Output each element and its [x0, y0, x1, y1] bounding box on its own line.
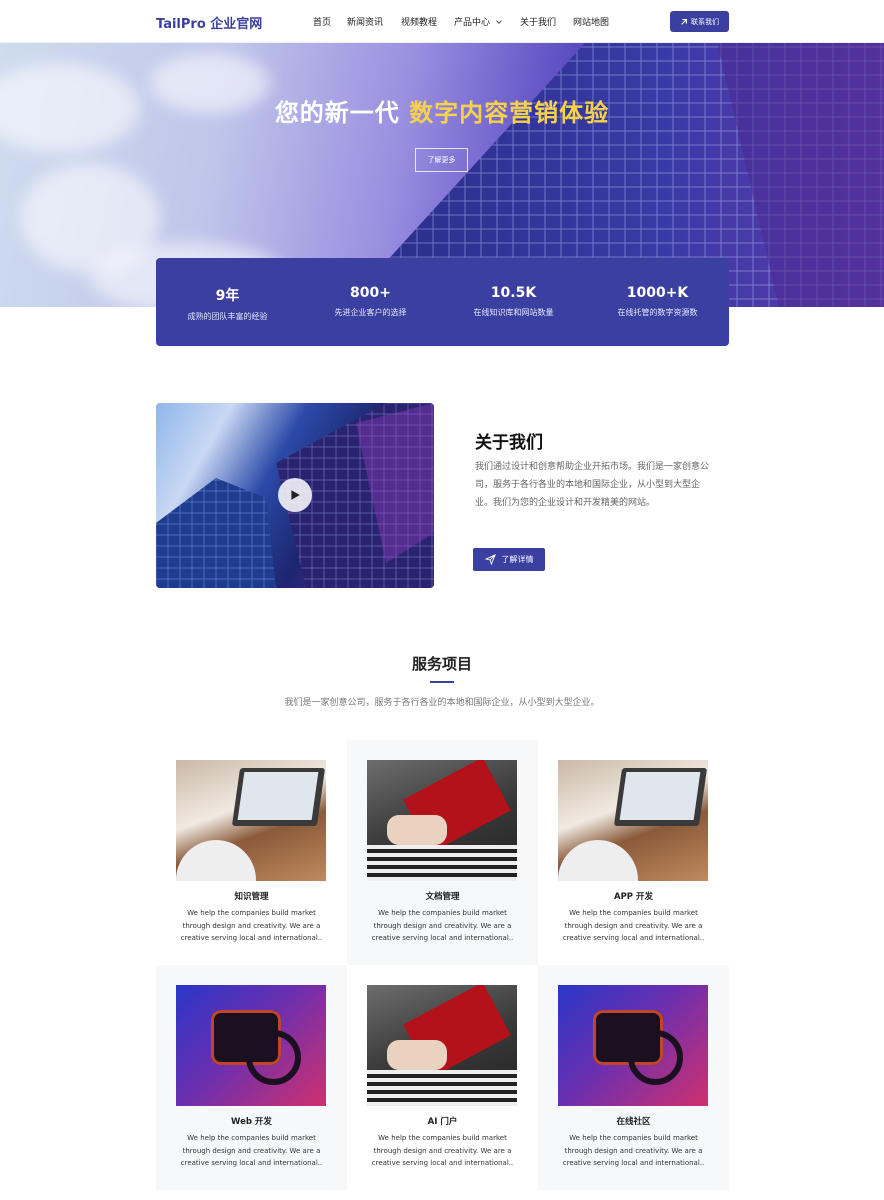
stat-value: 1000+K	[626, 285, 689, 301]
stat-item: 9年成熟的团队丰富的经验	[156, 285, 299, 322]
service-title: 文档管理	[425, 892, 460, 902]
contact-button[interactable]: 联系我们	[670, 11, 729, 32]
service-card[interactable]: APP 开发 We help the companies build marke…	[538, 740, 729, 965]
nav-item-about[interactable]: 关于我们	[520, 15, 556, 28]
nav-item-sitemap[interactable]: 网站地图	[573, 15, 609, 28]
laptop-desk-image	[558, 760, 708, 881]
service-desc: We help the companies build market throu…	[180, 1134, 323, 1167]
paper-plane-icon	[484, 554, 496, 565]
nav-item-videos[interactable]: 视频教程	[401, 15, 437, 28]
laptop-lap-image	[367, 985, 517, 1106]
services-subtitle: 我们是一家创意公司，服务于各行各业的本地和国际企业，从小型到大型企业。	[284, 698, 600, 708]
site-logo[interactable]: TailPro 企业官网	[156, 13, 262, 32]
about-text: 我们通过设计和创意帮助企业开拓市场。我们是一家创意公司，服务于各行各业的本地和国…	[475, 462, 710, 508]
service-card[interactable]: 知识管理 We help the companies build market …	[156, 740, 347, 965]
laptop-desk-image	[176, 760, 326, 881]
about-details-button[interactable]: 了解详情	[473, 548, 545, 571]
hero-title-highlight: 数字内容营销体验	[409, 99, 610, 127]
play-icon	[291, 490, 300, 500]
chevron-down-icon	[496, 18, 502, 24]
about-title: 关于我们	[475, 433, 543, 453]
stat-label: 先进企业客户的选择	[334, 308, 407, 317]
stat-label: 在线知识库和网站数量	[473, 308, 554, 317]
service-desc: We help the companies build market throu…	[562, 909, 705, 942]
service-desc: We help the companies build market throu…	[371, 909, 514, 942]
stat-value: 800+	[350, 285, 391, 301]
camera-gear-image	[176, 985, 326, 1106]
service-title: 知识管理	[234, 892, 269, 902]
stat-item: 800+ 先进企业客户的选择	[299, 285, 442, 318]
learn-more-button[interactable]: 了解更多	[415, 148, 468, 172]
laptop-lap-image	[367, 760, 517, 881]
play-video-button[interactable]	[278, 478, 312, 512]
nav-item-home[interactable]: 首页	[313, 15, 331, 28]
stat-item: 10.5K 在线知识库和网站数量	[442, 285, 585, 318]
service-desc: We help the companies build market throu…	[562, 1134, 705, 1167]
service-title: 在线社区	[616, 1117, 651, 1127]
top-navbar: TailPro 企业官网 首页 新闻资讯 视频教程 产品中心 关于我们 网站地图…	[0, 0, 884, 43]
camera-gear-image	[558, 985, 708, 1106]
service-desc: We help the companies build market throu…	[180, 909, 323, 942]
contact-button-label: 联系我们	[691, 17, 719, 26]
arrow-up-right-icon	[681, 18, 687, 25]
about-details-label: 了解详情	[501, 555, 534, 564]
service-title: Web 开发	[231, 1117, 272, 1127]
services-divider	[430, 681, 454, 683]
nav-item-products[interactable]: 产品中心	[454, 15, 502, 28]
stat-label: 在线托管的数字资源数	[617, 308, 698, 317]
stats-panel: 9年成熟的团队丰富的经验 800+ 先进企业客户的选择 10.5K 在线知识库和网站…	[156, 258, 729, 346]
stat-value: 10.5K	[490, 285, 537, 301]
service-card[interactable]: AI 门户 We help the companies build market…	[347, 965, 538, 1190]
stat-label: 成熟的团队丰富的经验	[187, 312, 268, 321]
service-card[interactable]: 文档管理 We help the companies build market …	[347, 740, 538, 965]
hero-title: 您的新一代 数字内容营销体验	[0, 93, 884, 128]
hero-title-prefix: 您的新一代	[274, 99, 400, 127]
service-title: APP 开发	[614, 892, 653, 902]
service-card[interactable]: Web 开发 We help the companies build marke…	[156, 965, 347, 1190]
service-desc: We help the companies build market throu…	[371, 1134, 514, 1167]
nav-item-news[interactable]: 新闻资讯	[347, 15, 383, 28]
service-title: AI 门户	[427, 1117, 458, 1127]
nav-item-products-label: 产品中心	[454, 18, 491, 28]
stat-value: 9年	[215, 288, 240, 304]
service-card[interactable]: 在线社区 We help the companies build market …	[538, 965, 729, 1190]
stat-item: 1000+K 在线托管的数字资源数	[586, 285, 729, 318]
services-title: 服务项目	[411, 655, 472, 673]
